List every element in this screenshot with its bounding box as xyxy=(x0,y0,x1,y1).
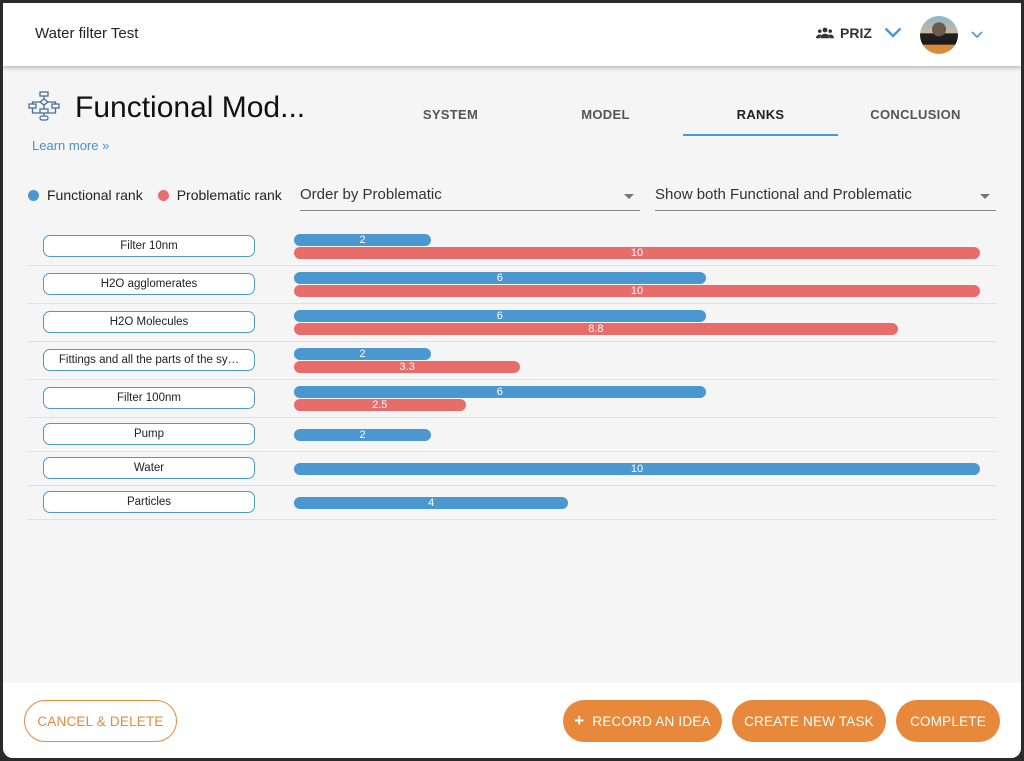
element-label[interactable]: H2O Molecules xyxy=(43,311,255,333)
chevron-down-icon[interactable] xyxy=(971,31,983,39)
problematic-rank-bar-value: 10 xyxy=(630,247,644,259)
functional-rank-bar: 10 xyxy=(294,463,980,475)
legend-label-functional: Functional rank xyxy=(47,187,143,203)
order-by-select[interactable]: Order by Problematic xyxy=(300,183,640,211)
tab-model[interactable]: MODEL xyxy=(528,99,683,136)
problematic-rank-bar: 3.3 xyxy=(294,361,521,373)
element-label[interactable]: Filter 10nm xyxy=(43,235,255,257)
functional-rank-bar-value: 6 xyxy=(496,386,503,398)
element-label[interactable]: H2O agglomerates xyxy=(43,273,255,295)
tab-ranks[interactable]: RANKS xyxy=(683,99,838,136)
team-selector[interactable]: PRIZ xyxy=(816,25,902,41)
functional-rank-bar-value: 6 xyxy=(496,272,503,284)
functional-rank-bar: 6 xyxy=(294,310,706,322)
ranks-chart: Filter 10nm 2 10 H2O agglomerates 6 10 H2O Mol… xyxy=(28,228,996,520)
functional-rank-bar-value: 6 xyxy=(496,310,503,322)
tab-bar: SYSTEM MODEL RANKS CONCLUSION xyxy=(373,99,993,136)
legend-label-problematic: Problematic rank xyxy=(176,187,282,203)
element-label[interactable]: Water xyxy=(43,457,255,479)
order-by-value: Order by Problematic xyxy=(300,186,442,203)
tab-system[interactable]: SYSTEM xyxy=(373,99,528,136)
chevron-down-icon xyxy=(884,27,902,38)
legend-problematic: Problematic rank xyxy=(157,187,282,203)
functional-rank-bar-value: 2 xyxy=(359,234,366,246)
cancel-delete-button[interactable]: CANCEL & DELETE xyxy=(24,700,177,742)
functional-rank-bar: 6 xyxy=(294,386,706,398)
legend-dot-functional xyxy=(28,189,39,201)
rank-row: H2O agglomerates 6 10 xyxy=(28,266,996,304)
functional-rank-bar: 6 xyxy=(294,272,706,284)
flowchart-icon xyxy=(28,91,60,121)
rank-row: Particles 4 xyxy=(28,486,996,520)
problematic-rank-bar: 2.5 xyxy=(294,399,466,411)
problematic-rank-bar-value: 3.3 xyxy=(399,361,415,373)
rank-row: Water 10 xyxy=(28,452,996,486)
functional-rank-bar-value: 10 xyxy=(630,463,644,475)
project-title: Water filter Test xyxy=(35,25,139,42)
problematic-rank-bar: 10 xyxy=(294,247,980,259)
top-bar: Water filter Test PRIZ xyxy=(3,3,1021,66)
plus-icon: + xyxy=(574,711,585,730)
tab-conclusion[interactable]: CONCLUSION xyxy=(838,99,993,136)
rank-row: Filter 10nm 2 10 xyxy=(28,228,996,266)
functional-rank-bar-value: 4 xyxy=(428,497,435,509)
team-name: PRIZ xyxy=(840,25,872,41)
footer-actions: CANCEL & DELETE + RECORD AN IDEA CREATE … xyxy=(3,683,1021,758)
rank-row: Pump 2 xyxy=(28,418,996,452)
element-label[interactable]: Filter 100nm xyxy=(43,387,255,409)
users-icon xyxy=(816,27,834,39)
record-idea-button[interactable]: + RECORD AN IDEA xyxy=(563,700,722,742)
page-title: Functional Mod... xyxy=(75,91,306,124)
dropdown-caret-icon xyxy=(624,194,634,199)
element-label[interactable]: Fittings and all the parts of the sy… xyxy=(43,349,255,371)
record-idea-label: RECORD AN IDEA xyxy=(592,713,711,729)
problematic-rank-bar: 8.8 xyxy=(294,323,898,335)
problematic-rank-bar-value: 2.5 xyxy=(372,399,388,411)
functional-rank-bar: 2 xyxy=(294,429,432,441)
show-filter-value: Show both Functional and Problematic xyxy=(655,186,912,203)
app-window: Water filter Test PRIZ Functional Mod...… xyxy=(3,3,1021,758)
rank-row: Fittings and all the parts of the sy… 2 3.… xyxy=(28,342,996,380)
user-avatar[interactable] xyxy=(920,16,958,54)
functional-rank-bar-value: 2 xyxy=(359,348,366,360)
element-label[interactable]: Particles xyxy=(43,491,255,513)
problematic-rank-bar-value: 10 xyxy=(630,285,644,297)
chart-legend: Functional rank Problematic rank xyxy=(28,187,297,203)
dropdown-caret-icon xyxy=(980,194,990,199)
complete-button[interactable]: COMPLETE xyxy=(896,700,1000,742)
learn-more-link[interactable]: Learn more » xyxy=(32,138,109,153)
rank-row: H2O Molecules 6 8.8 xyxy=(28,304,996,342)
problematic-rank-bar-value: 8.8 xyxy=(588,323,604,335)
rank-row: Filter 100nm 6 2.5 xyxy=(28,380,996,418)
functional-rank-bar: 2 xyxy=(294,348,432,360)
functional-rank-bar: 4 xyxy=(294,497,569,509)
element-label[interactable]: Pump xyxy=(43,423,255,445)
show-filter-select[interactable]: Show both Functional and Problematic xyxy=(655,183,996,211)
functional-rank-bar: 2 xyxy=(294,234,432,246)
create-task-button[interactable]: CREATE NEW TASK xyxy=(732,700,886,742)
functional-rank-bar-value: 2 xyxy=(359,429,366,441)
problematic-rank-bar: 10 xyxy=(294,285,980,297)
legend-dot-problematic xyxy=(157,189,169,201)
legend-functional: Functional rank xyxy=(28,187,143,203)
